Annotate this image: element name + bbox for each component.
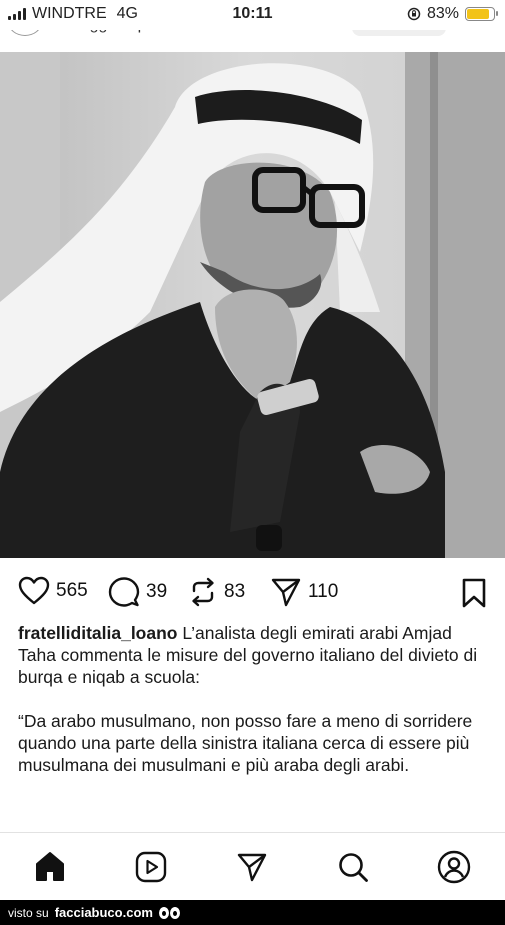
status-right: 83% — [407, 5, 498, 23]
repost-count: 83 — [224, 581, 246, 602]
caption-paragraph: fratelliditalia_loano L’analista degli e… — [18, 622, 488, 688]
bookmark-icon[interactable] — [461, 578, 487, 608]
comment-count: 39 — [146, 581, 168, 602]
repost-icon[interactable] — [188, 576, 218, 608]
comment-icon[interactable] — [108, 576, 140, 608]
nav-search[interactable] — [335, 849, 371, 885]
comment-action[interactable]: 39 — [108, 576, 167, 608]
orientation-lock-icon — [407, 7, 421, 21]
share-count: 110 — [308, 581, 339, 602]
search-icon[interactable] — [337, 851, 369, 883]
send-icon[interactable] — [236, 851, 268, 883]
battery-icon — [465, 7, 498, 21]
repost-action[interactable]: 83 — [188, 576, 245, 608]
profile-icon[interactable] — [437, 850, 471, 884]
battery-percent: 83% — [426, 5, 459, 22]
caption-quote: “Da arabo musulmano, non posso fare a me… — [18, 711, 473, 775]
nav-profile[interactable] — [436, 849, 472, 885]
post-image[interactable] — [0, 52, 505, 558]
nav-reels[interactable] — [133, 849, 169, 885]
reels-icon[interactable] — [135, 851, 167, 883]
portrait-photo — [0, 52, 505, 558]
caption-username[interactable]: fratelliditalia_loano — [18, 623, 177, 643]
watermark-prefix: visto su — [8, 905, 49, 920]
post-caption: fratelliditalia_loano L’analista degli e… — [18, 622, 488, 830]
post-actions: 565 39 83 110 — [0, 568, 505, 614]
home-icon[interactable] — [33, 850, 67, 884]
battery-level — [467, 9, 489, 19]
nav-direct[interactable] — [234, 849, 270, 885]
eyes-logo-icon — [158, 906, 180, 919]
save-action[interactable] — [461, 578, 487, 613]
caption-continuation — [18, 798, 488, 808]
status-bar: WINDTRE 4G 10:11 83% — [0, 0, 505, 30]
bottom-navigation — [0, 832, 505, 900]
send-icon[interactable] — [270, 576, 302, 608]
heart-icon[interactable] — [18, 576, 50, 606]
like-action[interactable]: 565 — [18, 576, 88, 606]
like-count: 565 — [56, 580, 88, 601]
watermark-site[interactable]: facciabuco.com — [55, 905, 153, 920]
watermark-bar: visto su facciabuco.com — [0, 900, 505, 925]
nav-home[interactable] — [32, 849, 68, 885]
share-action[interactable]: 110 — [270, 576, 338, 608]
